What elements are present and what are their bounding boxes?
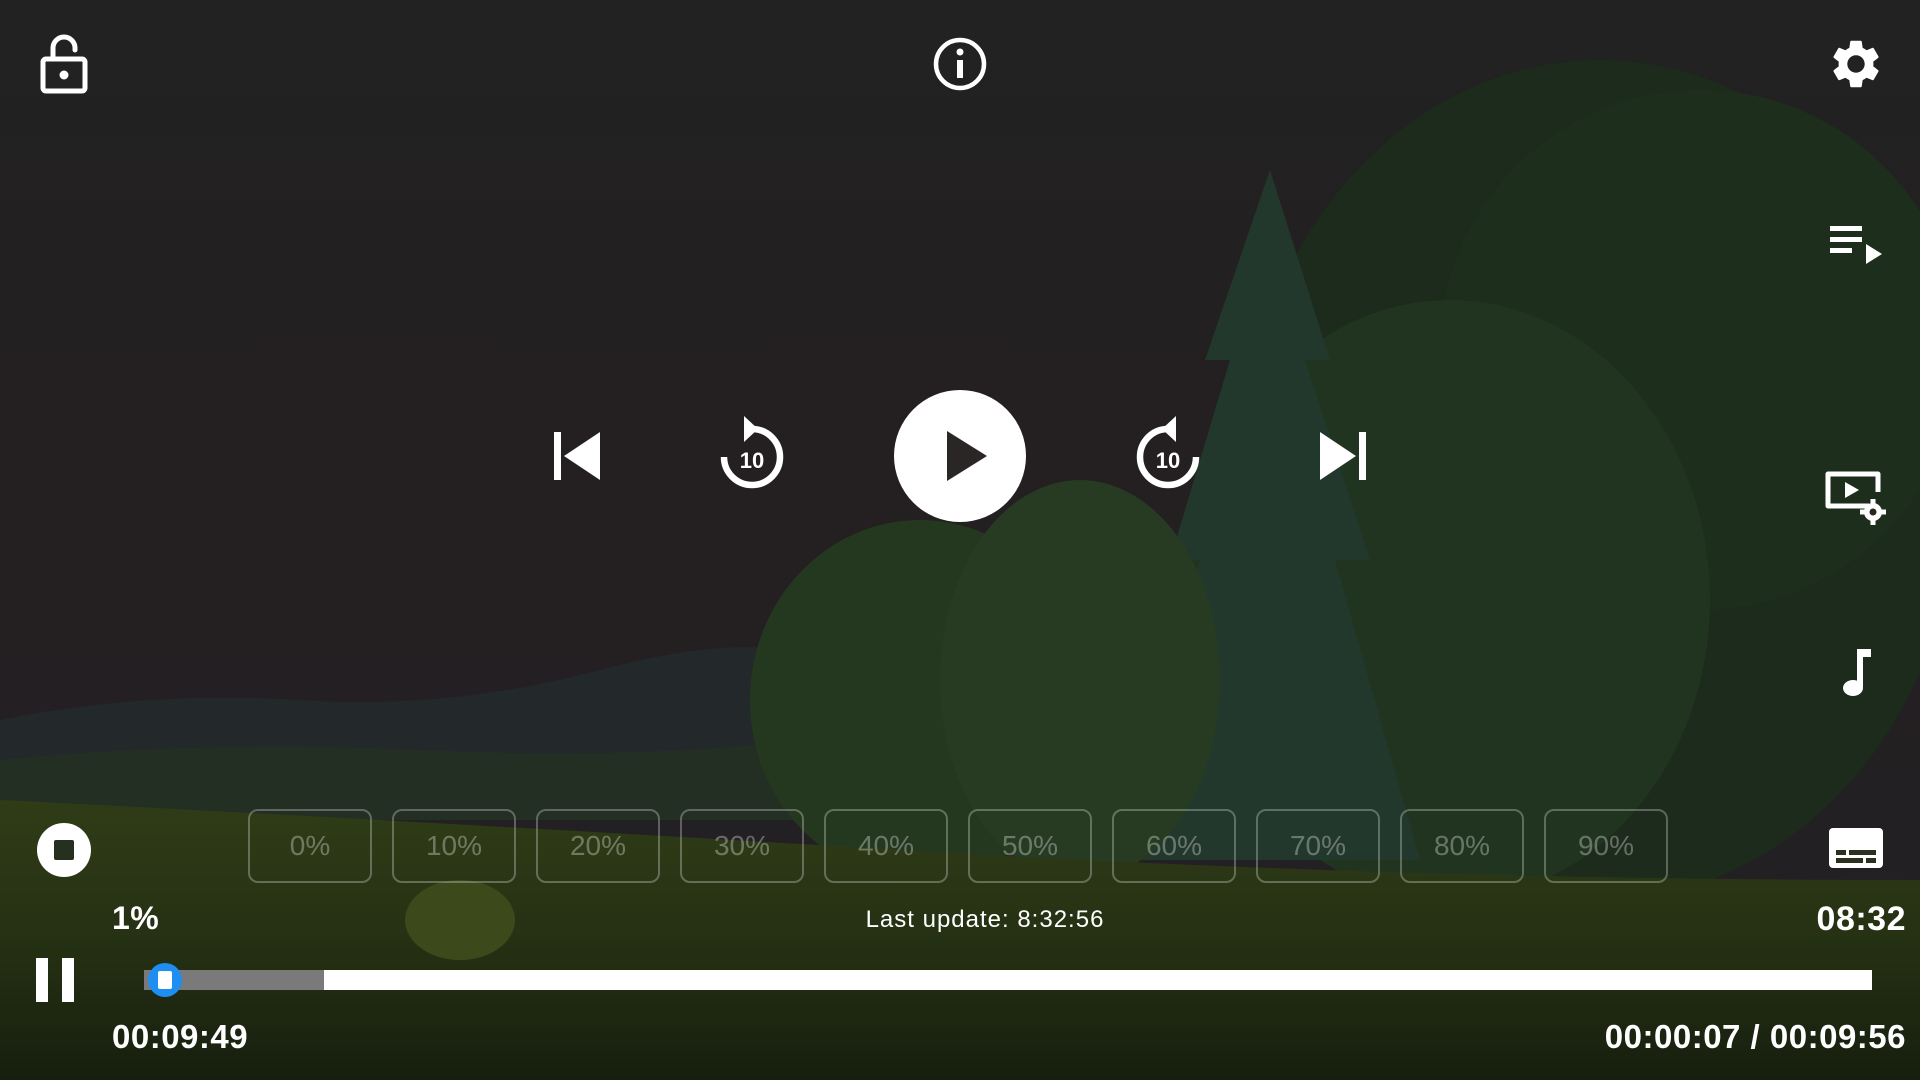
unlock-button[interactable] [36, 28, 92, 100]
next-button[interactable] [1308, 420, 1380, 492]
pause-icon [36, 958, 74, 1002]
position-time-label: 00:00:07 / 00:09:56 [1604, 1018, 1906, 1055]
music-note-icon [1843, 649, 1871, 696]
chip-30[interactable]: 30% [680, 809, 804, 883]
rewind-seconds-label: 10 [740, 448, 764, 473]
subtitles-button[interactable] [1824, 816, 1888, 880]
audio-track-button[interactable] [1828, 640, 1888, 704]
skip-previous-icon [554, 432, 600, 480]
gear-icon [1833, 40, 1879, 88]
pause-button[interactable] [26, 950, 86, 1010]
replay-10-icon: 10 [720, 416, 784, 489]
settings-button[interactable] [1824, 32, 1888, 96]
seek-bar-thumb[interactable] [148, 963, 182, 997]
video-settings-icon [1825, 471, 1886, 525]
chip-90[interactable]: 90% [1544, 809, 1668, 883]
rewind-button[interactable]: 10 [708, 406, 796, 502]
seek-bar[interactable] [144, 963, 1872, 997]
progress-percent-label: 1% [112, 900, 160, 936]
info-icon [933, 37, 987, 91]
video-settings-button[interactable] [1820, 465, 1892, 529]
seek-bar-thumb-core [158, 971, 172, 989]
stop-icon [37, 823, 91, 877]
forward-button[interactable]: 10 [1124, 406, 1212, 502]
playlist-button[interactable] [1824, 212, 1888, 276]
remaining-time-label: 00:09:49 [112, 1018, 249, 1055]
chip-60[interactable]: 60% [1112, 809, 1236, 883]
chip-10[interactable]: 10% [392, 809, 516, 883]
chip-20[interactable]: 20% [536, 809, 660, 883]
forward-10-icon: 10 [1136, 416, 1200, 489]
subtitles-icon [1829, 828, 1883, 868]
unlock-icon [40, 34, 88, 94]
chip-50[interactable]: 50% [968, 809, 1092, 883]
previous-button[interactable] [540, 420, 612, 492]
seek-percent-chips: 0% 10% 20% 30% 40% 50% 60% 70% 80% 90% [248, 809, 1672, 887]
stop-button[interactable] [32, 818, 96, 882]
play-button[interactable] [892, 388, 1028, 524]
chip-0[interactable]: 0% [248, 809, 372, 883]
forward-seconds-label: 10 [1156, 448, 1180, 473]
chip-40[interactable]: 40% [824, 809, 948, 883]
info-button[interactable] [928, 32, 992, 96]
play-icon [894, 390, 1026, 522]
chip-70[interactable]: 70% [1256, 809, 1380, 883]
last-update-label: Last update: 8:32:56 [865, 906, 1105, 933]
clock-label: 08:32 [1816, 900, 1906, 938]
skip-next-icon [1320, 432, 1366, 480]
chip-80[interactable]: 80% [1400, 809, 1524, 883]
playlist-play-icon [1830, 226, 1882, 264]
